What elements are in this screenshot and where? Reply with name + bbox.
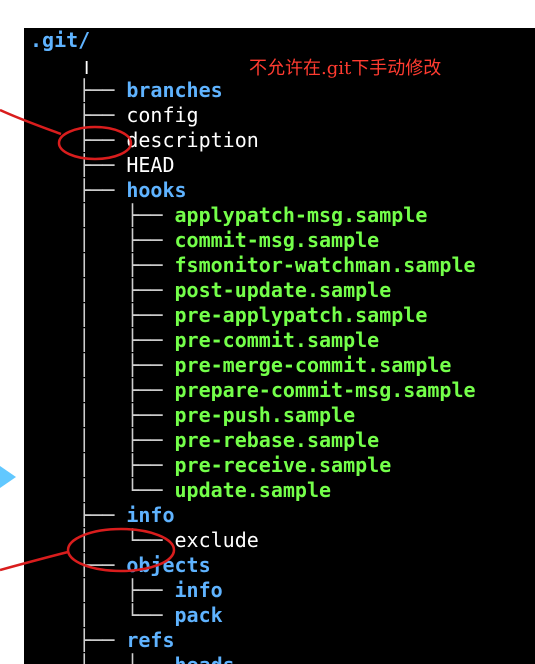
- tree-row-post-update: │ ├── post-update.sample: [30, 253, 391, 302]
- tree-row-branches: ├── branches: [30, 53, 223, 102]
- tree-row-heads: │ ├── heads: [30, 628, 235, 664]
- tree-row-pack: │ └── pack: [30, 578, 223, 627]
- text-cursor-icon: I: [84, 58, 90, 79]
- tree-row-prepare-commit-msg: │ ├── prepare-commit-msg.sample: [30, 353, 475, 402]
- tree-row-refs: ├── refs: [30, 603, 174, 652]
- tree-row-fsmonitor: │ ├── fsmonitor-watchman.sample: [30, 228, 475, 277]
- tree-guide: │ ├──: [78, 653, 174, 664]
- tree-row-objects-info: │ ├── info: [30, 553, 223, 602]
- tree-row-info: ├── info: [30, 478, 174, 527]
- tree-row-objects: ├── objects: [30, 528, 210, 577]
- tree-row-update: │ └── update.sample: [30, 453, 331, 502]
- pack-folder: pack: [174, 603, 223, 627]
- heads-folder: heads: [175, 653, 235, 664]
- tree-row-pre-rebase: │ ├── pre-rebase.sample: [30, 403, 379, 452]
- tree-row-applypatch-msg: │ ├── applypatch-msg.sample: [30, 178, 427, 227]
- tree-row-pre-commit: │ ├── pre-commit.sample: [30, 303, 379, 352]
- tree-row-config: ├── config: [30, 78, 198, 127]
- tree-row-hooks: ├── hooks: [30, 153, 186, 202]
- left-arrow-icon: [0, 466, 16, 488]
- tree-row-commit-msg: │ ├── commit-msg.sample: [30, 203, 379, 252]
- tree-row-pre-merge-commit: │ ├── pre-merge-commit.sample: [30, 328, 451, 377]
- tree-row-exclude: │ └── exclude: [30, 503, 259, 552]
- warning-annotation: 不允许在.git下手动修改: [249, 58, 442, 79]
- git-root: .git/: [30, 28, 91, 52]
- tree-row-head: ├── HEAD: [30, 128, 174, 177]
- terminal-window: .git/ ├── branches ├── config ├── descri…: [24, 28, 535, 664]
- tree-row-pre-push: │ ├── pre-push.sample: [30, 378, 355, 427]
- tree-row-description: ├── description: [30, 103, 259, 152]
- tree-row-pre-applypatch: │ ├── pre-applypatch.sample: [30, 278, 427, 327]
- tree-row-pre-receive: │ ├── pre-receive.sample: [30, 428, 391, 477]
- update-file: update.sample: [174, 478, 332, 502]
